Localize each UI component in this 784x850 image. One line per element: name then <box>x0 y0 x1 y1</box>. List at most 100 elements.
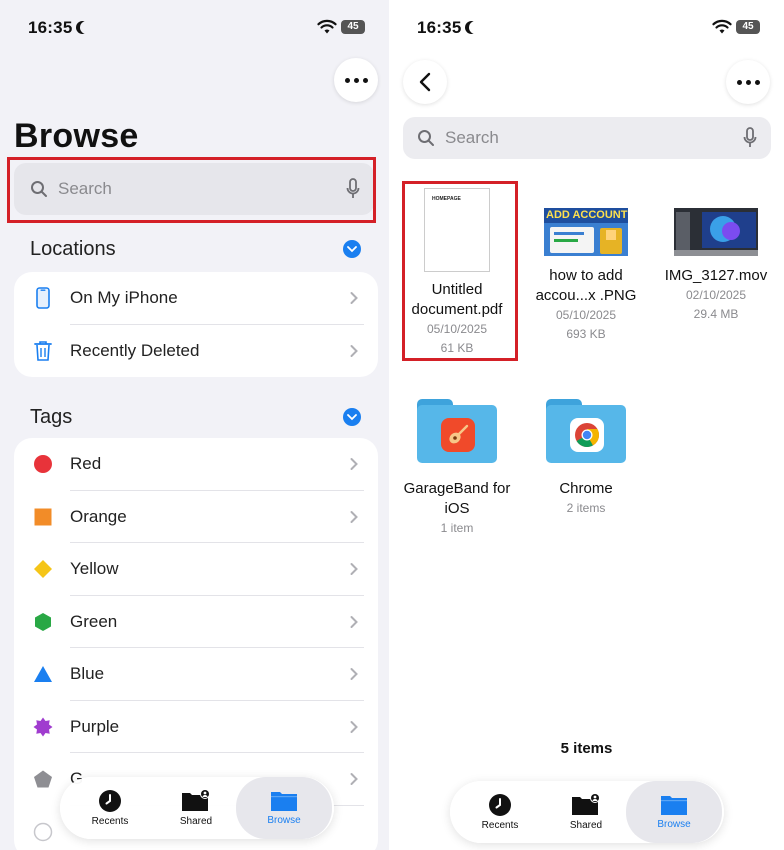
tab-label: Browse <box>267 815 301 826</box>
tab-label: Browse <box>657 819 691 830</box>
location-on-my-iphone[interactable]: On My iPhone <box>14 272 378 325</box>
chevron-right-icon <box>350 720 358 733</box>
folder-icon <box>546 399 626 465</box>
status-bar: 16:35 45 <box>0 18 389 40</box>
chevron-right-icon <box>350 668 358 681</box>
item-count: 5 items <box>560 740 613 757</box>
tags-collapse-icon[interactable] <box>343 408 361 426</box>
status-time: 16:35 <box>28 18 73 37</box>
folder-icon <box>271 792 297 811</box>
clock-icon <box>489 794 511 816</box>
battery-indicator: 45 <box>736 20 760 34</box>
location-label: On My iPhone <box>70 288 178 308</box>
tag-yellow[interactable]: Yellow <box>14 543 378 596</box>
tab-bar: Recents Shared Browse <box>450 781 724 843</box>
tag-label: Purple <box>70 716 120 736</box>
file-size: 693 KB <box>566 327 606 341</box>
folder-contents-screen: 16:35 45 Search HOMEPAGE Untitled docume… <box>389 0 784 850</box>
browse-screen: 16:35 45 Browse Search Locations On My i… <box>0 0 389 850</box>
ellipsis-icon <box>736 79 760 85</box>
file-date: 05/10/2025 <box>555 308 617 322</box>
folder-icon <box>661 796 687 815</box>
png-thumbnail: ADD ACCOUNT <box>544 208 628 256</box>
chevron-right-icon <box>350 344 358 357</box>
chevron-right-icon <box>350 615 358 628</box>
file-img-3127[interactable]: IMG_3127.mov 02/10/2025 29.4 MB <box>660 208 772 324</box>
battery-indicator: 45 <box>341 20 365 34</box>
tag-label: Blue <box>70 664 105 684</box>
status-bar: 16:35 45 <box>389 18 784 40</box>
folder-garageband[interactable]: GarageBand for iOS 1 item <box>401 399 513 538</box>
file-name: IMG_3127.mov <box>664 267 768 284</box>
purple-tag-star-icon <box>32 716 54 738</box>
tab-shared[interactable]: Shared <box>546 781 626 843</box>
moon-icon <box>469 21 482 34</box>
tag-label: Red <box>70 454 102 474</box>
locations-collapse-icon[interactable] <box>343 240 361 258</box>
tag-label: Yellow <box>70 559 119 579</box>
search-placeholder: Search <box>445 128 499 147</box>
green-tag-hexagon-icon <box>32 611 54 633</box>
file-how-to-add-account[interactable]: ADD ACCOUNT how to add accou...x .PNG 05… <box>530 208 642 344</box>
moon-icon <box>80 21 93 34</box>
more-options-button[interactable] <box>726 60 770 104</box>
tag-red[interactable]: Red <box>14 438 378 491</box>
clock-icon <box>99 790 121 812</box>
folder-chrome[interactable]: Chrome 2 items <box>530 399 642 518</box>
video-thumbnail <box>674 208 758 256</box>
tab-label: Recents <box>91 816 129 827</box>
thumbnail-text: ADD ACCOUNT <box>546 209 628 221</box>
orange-tag-square-icon <box>32 506 54 528</box>
file-size: 29.4 MB <box>693 307 739 321</box>
chevron-right-icon <box>350 563 358 576</box>
iphone-icon <box>32 287 54 310</box>
tab-browse[interactable]: Browse <box>626 781 722 843</box>
tab-label: Shared <box>569 820 603 831</box>
tab-label: Recents <box>481 820 519 831</box>
tab-label: Shared <box>179 816 213 827</box>
search-highlight-frame <box>7 157 376 223</box>
location-recently-deleted[interactable]: Recently Deleted <box>14 325 378 378</box>
tag-green[interactable]: Green <box>14 596 378 648</box>
search-icon <box>418 130 434 146</box>
locations-heading: Locations <box>30 238 116 260</box>
tag-orange[interactable]: Orange <box>14 491 378 543</box>
tab-recents[interactable]: Recents <box>70 777 150 839</box>
tab-browse[interactable]: Browse <box>236 777 332 839</box>
wifi-icon <box>317 19 337 34</box>
empty-tag-circle-icon <box>32 821 54 843</box>
file-name-2: accou...x .PNG <box>535 287 637 304</box>
tab-shared[interactable]: Shared <box>156 777 236 839</box>
trash-icon <box>32 340 54 362</box>
chevron-right-icon <box>350 773 358 786</box>
folder-item-count: 2 items <box>566 501 606 515</box>
folder-icon <box>417 399 497 465</box>
chevron-right-icon <box>350 510 358 523</box>
tag-label: Green <box>70 611 118 631</box>
file-name: how to add <box>549 267 623 284</box>
tab-bar: Recents Shared Browse <box>60 777 334 839</box>
folder-name-2: iOS <box>444 500 470 517</box>
back-button[interactable] <box>403 60 447 104</box>
status-time: 16:35 <box>417 18 462 37</box>
location-label: Recently Deleted <box>70 340 200 360</box>
chevron-right-icon <box>350 292 358 305</box>
tag-purple[interactable]: Purple <box>14 701 378 753</box>
folder-name: Chrome <box>559 480 613 497</box>
folder-name: GarageBand for <box>403 480 511 497</box>
more-options-button[interactable] <box>334 58 378 102</box>
microphone-icon[interactable] <box>743 127 757 149</box>
tag-blue[interactable]: Blue <box>14 648 378 701</box>
wifi-icon <box>712 19 732 34</box>
search-input[interactable]: Search <box>403 117 771 159</box>
blue-tag-triangle-icon <box>32 663 54 685</box>
page-title: Browse <box>14 117 139 155</box>
shared-folder-icon <box>572 793 600 815</box>
yellow-tag-diamond-icon <box>32 558 54 580</box>
folder-item-count: 1 item <box>440 521 474 535</box>
locations-list: On My iPhone Recently Deleted <box>14 272 378 377</box>
tag-label: Orange <box>70 506 127 526</box>
guitar-icon <box>441 418 475 452</box>
chevron-right-icon <box>350 458 358 471</box>
tab-recents[interactable]: Recents <box>460 781 540 843</box>
